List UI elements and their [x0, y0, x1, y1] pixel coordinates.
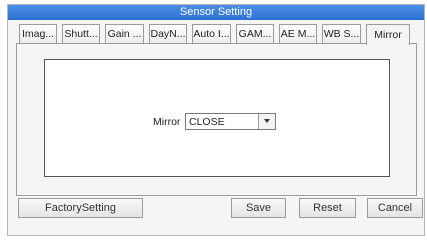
- cancel-button[interactable]: Cancel: [367, 198, 423, 218]
- chevron-down-icon: [264, 119, 270, 123]
- factory-setting-button[interactable]: FactorySetting: [18, 198, 143, 218]
- window-title: Sensor Setting: [179, 6, 253, 18]
- title-bar[interactable]: Sensor Setting: [8, 5, 424, 20]
- tab-image[interactable]: Imag...: [19, 24, 57, 43]
- tab-wb-setting[interactable]: WB S...: [322, 24, 361, 43]
- tab-ae-mode[interactable]: AE M...: [279, 24, 317, 43]
- dropdown-button[interactable]: [258, 114, 275, 129]
- mirror-label: Mirror: [153, 116, 181, 128]
- tab-gamma[interactable]: GAM...: [236, 24, 274, 43]
- tab-gain[interactable]: Gain ...: [105, 24, 144, 43]
- tab-content-panel: Mirror CLOSE: [16, 43, 417, 196]
- tab-mirror[interactable]: Mirror: [366, 24, 410, 45]
- tab-shutter[interactable]: Shutt...: [62, 24, 100, 43]
- reset-button[interactable]: Reset: [299, 198, 356, 218]
- tab-auto-iris[interactable]: Auto I...: [192, 24, 231, 43]
- mirror-select[interactable]: CLOSE: [185, 113, 276, 130]
- save-button[interactable]: Save: [231, 198, 286, 218]
- sensor-setting-window: Sensor Setting Imag... Shutt... Gain ...…: [7, 4, 425, 236]
- tab-day-night[interactable]: DayN...: [149, 24, 187, 43]
- mirror-settings-box: Mirror CLOSE: [44, 59, 390, 177]
- mirror-select-value: CLOSE: [189, 116, 225, 128]
